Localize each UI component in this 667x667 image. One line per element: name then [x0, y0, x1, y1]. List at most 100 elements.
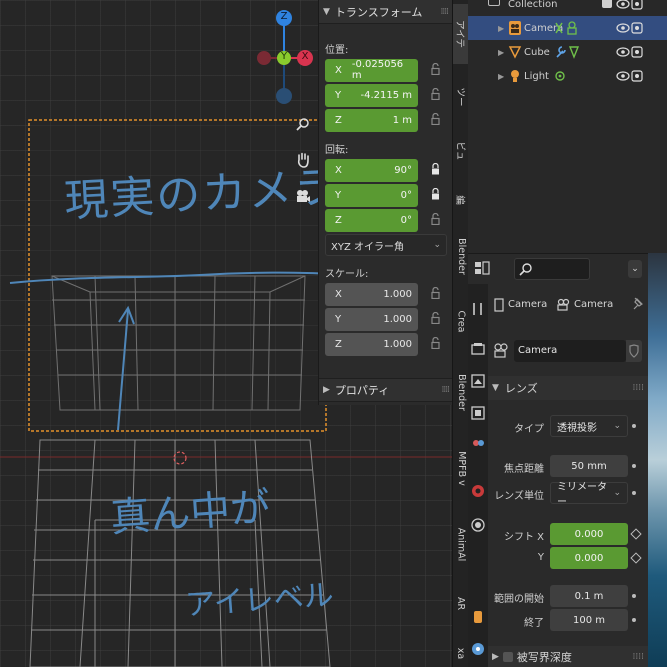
tab-view[interactable]: ビュ: [453, 126, 469, 176]
location-y-field[interactable]: Y -4.2115 m: [325, 83, 418, 107]
tool-tab[interactable]: [471, 302, 485, 316]
render-camera-icon[interactable]: [631, 21, 643, 35]
outliner-item-camera[interactable]: ▶ Camera: [468, 16, 667, 40]
light-data-icon: [555, 71, 565, 81]
keyframe-diamond-icon[interactable]: [630, 528, 642, 540]
eye-icon[interactable]: [616, 45, 630, 59]
render-camera-icon[interactable]: [631, 45, 643, 59]
view-layer-tab[interactable]: [471, 406, 485, 420]
physics-icon: [472, 643, 484, 655]
tab-create[interactable]: Crea: [453, 296, 469, 346]
wrench-screwdriver-icon: [473, 303, 482, 315]
lens-panel-header[interactable]: ▼ レンズ ⁞⁞⁞⁞: [488, 376, 648, 400]
eye-icon[interactable]: [616, 0, 630, 11]
keyframe-dot-icon[interactable]: [632, 424, 636, 428]
keyframe-dot-icon[interactable]: [632, 464, 636, 468]
render-camera-icon[interactable]: [631, 0, 643, 11]
tab-animall[interactable]: AnimAl: [453, 514, 469, 574]
lens-unit-dropdown[interactable]: ミリメーター ⌄: [550, 482, 628, 508]
constraints-tab[interactable]: [471, 610, 485, 624]
checkbox-icon[interactable]: [602, 0, 612, 8]
unlocked-icon[interactable]: [431, 113, 440, 125]
shift-y-field[interactable]: 0.000: [550, 547, 628, 569]
outliner-item-light[interactable]: ▶ Light: [468, 64, 667, 88]
scene-tab[interactable]: [471, 436, 485, 450]
render-camera-icon[interactable]: [631, 69, 643, 83]
output-tab[interactable]: [471, 374, 485, 388]
unlocked-icon[interactable]: [431, 88, 440, 100]
scale-z-field[interactable]: Z 1.000: [325, 332, 418, 356]
rotation-z-field[interactable]: Z 0°: [325, 208, 418, 232]
expand-arrow-icon[interactable]: ▶: [498, 48, 504, 57]
unlocked-icon[interactable]: [431, 287, 440, 299]
shift-x-field[interactable]: 0.000: [550, 523, 628, 545]
tab-ar[interactable]: AR: [453, 586, 469, 620]
rotation-x-field[interactable]: X 90°: [325, 158, 418, 182]
editor-type-button[interactable]: [474, 260, 492, 278]
keyframe-dot-icon[interactable]: [632, 618, 636, 622]
clip-start-field[interactable]: 0.1 m: [550, 585, 628, 607]
fake-user-button[interactable]: [626, 340, 642, 362]
dof-checkbox[interactable]: [502, 652, 513, 662]
pin-icon[interactable]: [632, 297, 644, 311]
rotation-mode-dropdown[interactable]: XYZ オイラー角 ⌄: [325, 234, 447, 256]
tab-blender-1[interactable]: Blender: [453, 226, 469, 286]
locked-icon[interactable]: [431, 163, 440, 175]
grip-icon[interactable]: ⁞⁞⁞⁞: [633, 652, 644, 662]
grip-icon[interactable]: ⁞⁞⁞⁞: [633, 383, 644, 393]
3d-cursor: [173, 451, 187, 465]
tab-edit[interactable]: 編: [453, 180, 469, 220]
shield-icon: [629, 344, 639, 358]
keyframe-dot-icon[interactable]: [632, 594, 636, 598]
tab-mpfb[interactable]: MPFB v: [453, 438, 469, 498]
grip-icon[interactable]: ⁞⁞⁞⁞: [442, 385, 451, 395]
keyframe-dot-icon[interactable]: [632, 491, 636, 495]
clip-end-field[interactable]: 100 m: [550, 609, 628, 631]
properties-title: プロパティ: [334, 384, 390, 397]
options-dropdown[interactable]: ⌄: [628, 260, 642, 278]
type-dropdown[interactable]: 透視投影 ⌄: [550, 415, 628, 437]
object-tab[interactable]: [471, 518, 485, 532]
unlocked-icon[interactable]: [431, 63, 440, 75]
collection-row[interactable]: Collection: [468, 0, 667, 16]
shift-y-label: Y: [537, 552, 544, 563]
locked-icon[interactable]: [431, 188, 440, 200]
eye-icon[interactable]: [616, 21, 630, 35]
unlocked-icon[interactable]: [431, 213, 440, 225]
outliner-item-cube[interactable]: ▶ Cube: [468, 40, 667, 64]
render-tab[interactable]: [471, 342, 485, 356]
transform-panel-header[interactable]: ▼ トランスフォーム ⁞⁞⁞⁞: [319, 0, 452, 24]
collapse-arrow-icon: ▼: [323, 6, 330, 17]
rotation-y-field[interactable]: Y 0°: [325, 183, 418, 207]
search-field[interactable]: [514, 258, 590, 280]
keyframe-diamond-icon[interactable]: [630, 552, 642, 564]
zoom-icon[interactable]: [292, 116, 314, 138]
tab-blender-2[interactable]: Blender: [453, 362, 469, 422]
focal-length-field[interactable]: 50 mm: [550, 455, 628, 477]
datablock-name-field[interactable]: Camera: [514, 340, 626, 362]
tab-tool[interactable]: ツー: [453, 72, 469, 122]
unlocked-icon[interactable]: [431, 312, 440, 324]
physics-tab[interactable]: [471, 642, 485, 656]
breadcrumb-object: Camera: [508, 299, 548, 310]
view-layer-icon: [471, 406, 485, 420]
grip-icon[interactable]: ⁞⁞⁞⁞: [441, 7, 450, 17]
scale-x-field[interactable]: X 1.000: [325, 282, 418, 306]
dof-panel-header[interactable]: ▶ 被写界深度 ⁞⁞⁞⁞: [488, 646, 648, 667]
tab-xa[interactable]: xa: [453, 636, 469, 667]
handwritten-annotation-bottom-1: 真ん中が: [108, 484, 272, 542]
expand-arrow-icon[interactable]: ▶: [498, 72, 504, 81]
eye-icon[interactable]: [616, 69, 630, 83]
scale-y-field[interactable]: Y 1.000: [325, 307, 418, 331]
search-input[interactable]: [535, 261, 585, 277]
camera-data-selector[interactable]: [492, 340, 512, 362]
location-z-field[interactable]: Z1 m: [325, 108, 418, 132]
pan-hand-icon[interactable]: [292, 152, 314, 174]
tab-item[interactable]: アイテ: [453, 4, 469, 64]
camera-view-icon[interactable]: [292, 188, 314, 210]
properties-panel-header[interactable]: ▶ プロパティ ⁞⁞⁞⁞: [319, 378, 453, 402]
unlocked-icon[interactable]: [431, 337, 440, 349]
location-x-field[interactable]: X -0.025056 m: [325, 58, 418, 82]
expand-arrow-icon[interactable]: ▶: [498, 24, 504, 33]
world-tab[interactable]: [471, 484, 485, 498]
